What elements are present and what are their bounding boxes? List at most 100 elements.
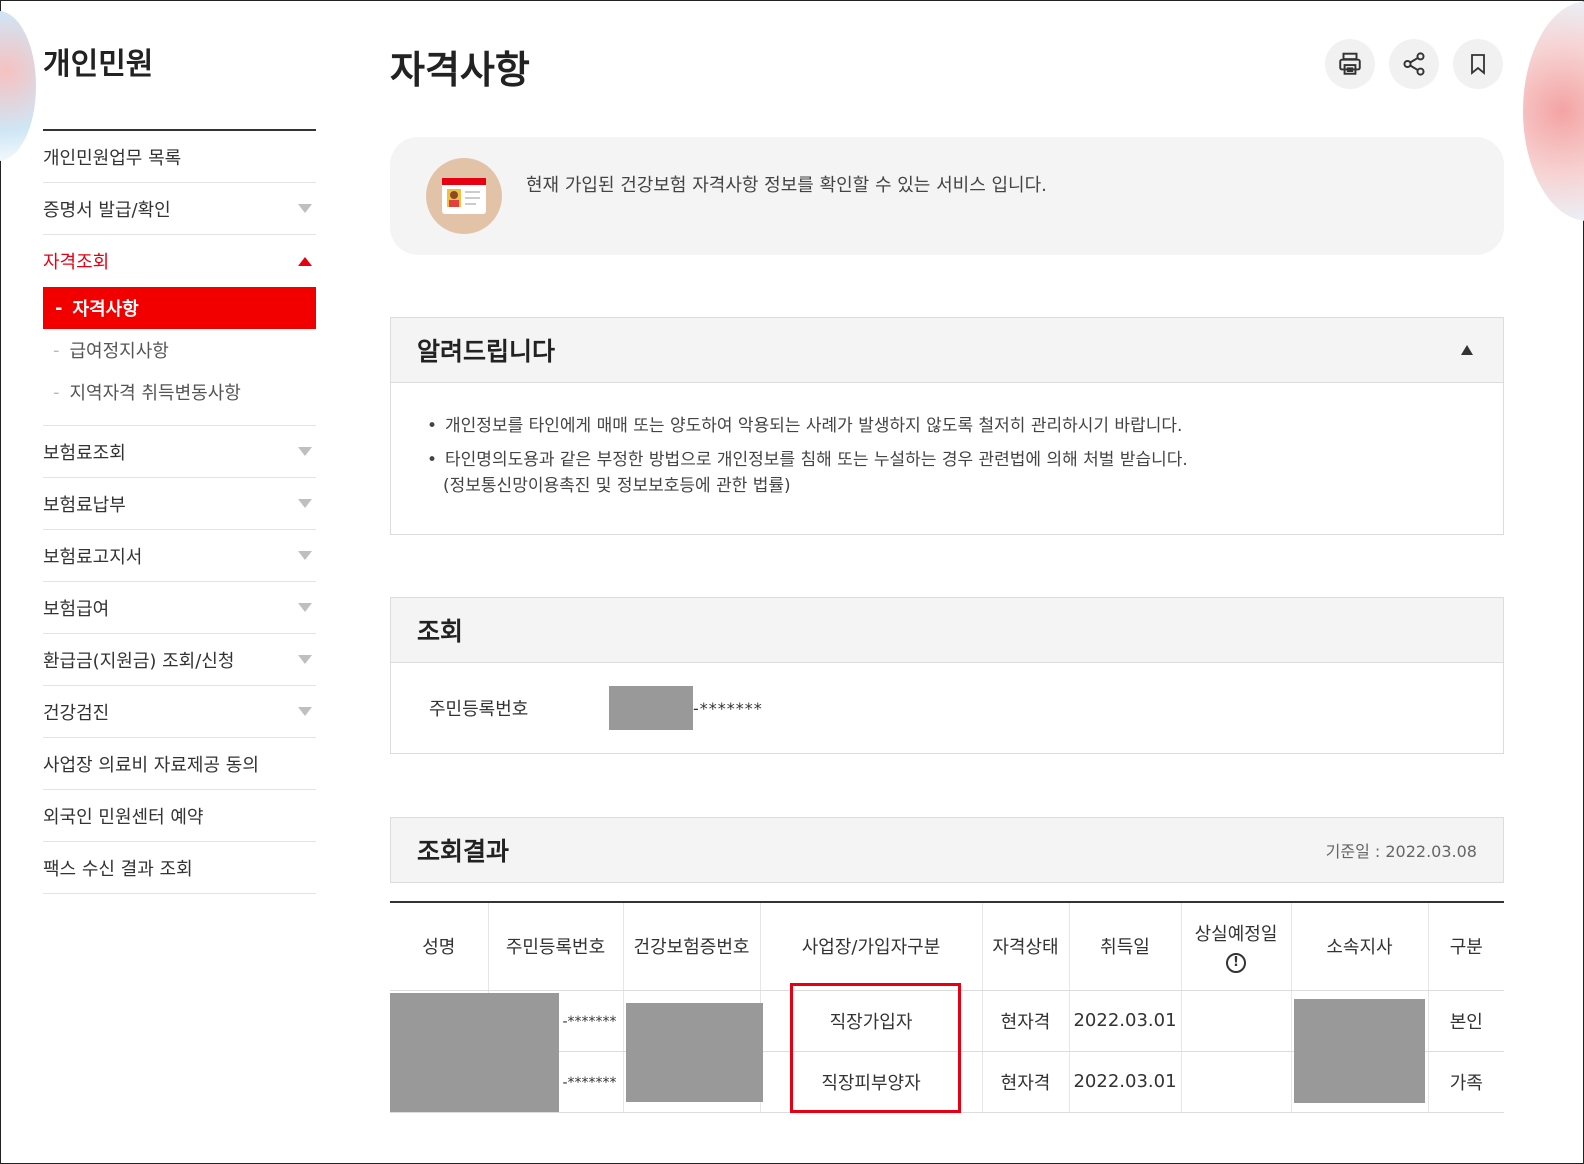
print-button[interactable] [1325,39,1375,89]
decorative-blob-right [1523,1,1584,221]
dash-icon: - [55,297,63,319]
sidebar-item-fax-result[interactable]: 팩스 수신 결과 조회 [43,842,316,894]
notice-text: 타인명의도용과 같은 부정한 방법으로 개인정보를 침해 또는 누설하는 경우 … [445,450,1188,470]
table-header-row: 성명 주민등록번호 건강보험증번호 사업장/가입자구분 자격상태 취득일 상실예… [390,902,1504,991]
chevron-down-icon [298,447,312,456]
collapse-up-icon[interactable] [1461,345,1473,355]
col-header-insurance-number: 건강보험증번호 [623,902,761,991]
sidebar-nav: 개인민원 개인민원업무 목록 증명서 발급/확인 자격조회 - 자격사항 - 급… [43,37,316,894]
sidebar-item-label: 건강검진 [43,702,110,724]
chevron-down-icon [298,655,312,664]
bullet-icon: • [427,416,438,436]
col-header-status: 자격상태 [982,902,1070,991]
redacted-insurance-number-block [626,1003,763,1102]
print-icon [1339,52,1361,75]
info-exclamation-icon[interactable]: ! [1226,952,1246,973]
sidebar-item-label: 자격조회 [43,252,110,273]
share-icon [1403,52,1425,76]
sidebar-title: 개인민원 [43,37,316,131]
notice-text: 개인정보를 타인에게 매매 또는 양도하여 악용되는 사례가 발생하지 않도록 … [445,416,1183,436]
sidebar-item-label: 팩스 수신 결과 조회 [43,858,193,880]
notice-body: • 개인정보를 타인에게 매매 또는 양도하여 악용되는 사례가 발생하지 않도… [391,383,1503,529]
sidebar-submenu: - 자격사항 - 급여정지사항 - 지역자격 취득변동사항 [43,287,316,426]
cell-expected-loss-date [1181,990,1292,1052]
col-header-acquired-date: 취득일 [1069,902,1182,991]
submenu-item-label: 지역자격 취득변동사항 [69,383,241,404]
col-header-subscriber-type: 사업장/가입자구분 [760,902,983,991]
bullet-icon: • [427,450,438,470]
sidebar-item-label: 보험료납부 [43,494,126,516]
query-header: 조회 [391,598,1503,663]
col-header-rrn: 주민등록번호 [488,902,624,991]
submenu-item-regional-changes[interactable]: - 지역자격 취득변동사항 [43,371,316,413]
col-header-branch: 소속지사 [1291,902,1429,991]
decorative-blob-left [0,11,36,161]
bookmark-button[interactable] [1453,39,1503,89]
col-header-name: 성명 [390,902,489,991]
rrn-masked-block [609,686,693,730]
cell-acquired-date: 2022.03.01 [1069,1051,1182,1113]
redacted-name-block [390,993,559,1112]
sidebar-item-foreigner-reservation[interactable]: 외국인 민원센터 예약 [43,790,316,842]
cell-status: 현자격 [982,1051,1070,1113]
col-header-label: 상실예정일 [1194,923,1278,945]
cell-acquired-date: 2022.03.01 [1069,990,1182,1052]
sidebar-item-premium-notice[interactable]: 보험료고지서 [43,530,316,582]
rrn-label: 주민등록번호 [429,699,529,720]
sidebar-item-list[interactable]: 개인민원업무 목록 [43,131,316,183]
result-title: 조회결과 [417,837,510,866]
chevron-up-icon [298,256,312,266]
redacted-branch-block [1294,999,1425,1103]
notice-bullet: • 개인정보를 타인에게 매매 또는 양도하여 악용되는 사례가 발생하지 않도… [427,413,1467,439]
result-panel: 조회결과 기준일 : 2022.03.08 [390,817,1504,883]
submenu-item-eligibility-details[interactable]: - 자격사항 [43,287,316,329]
sidebar-item-eligibility[interactable]: 자격조회 [43,235,316,287]
sidebar-item-label: 보험료고지서 [43,546,143,568]
service-info-box: 현재 가입된 건강보험 자격사항 정보를 확인할 수 있는 서비스 입니다. [390,137,1504,255]
cell-category: 가족 [1428,1051,1504,1113]
dash-icon: - [53,381,60,403]
chevron-down-icon [298,603,312,612]
chevron-down-icon [298,551,312,560]
page-title: 자격사항 [390,48,530,92]
chevron-down-icon [298,204,312,213]
query-panel: 조회 주민등록번호 -******* [390,597,1504,754]
sidebar-item-label: 사업장 의료비 자료제공 동의 [43,754,259,776]
result-header: 조회결과 기준일 : 2022.03.08 [391,818,1503,882]
sidebar-item-medical-data-consent[interactable]: 사업장 의료비 자료제공 동의 [43,738,316,790]
cell-status: 현자격 [982,990,1070,1052]
notice-law-note: (정보통신망이용촉진 및 정보보호등에 관한 법률) [443,476,791,496]
sidebar-item-health-checkup[interactable]: 건강검진 [43,686,316,738]
notice-title: 알려드립니다 [417,337,556,366]
sidebar-item-label: 외국인 민원센터 예약 [43,806,204,828]
sidebar-item-label: 개인민원업무 목록 [43,147,182,169]
sidebar-item-premium-inquiry[interactable]: 보험료조회 [43,426,316,478]
rrn-masked-value: -******* [562,1075,617,1091]
base-date: 기준일 : 2022.03.08 [1325,842,1477,861]
sidebar-item-refund[interactable]: 환급금(지원금) 조회/신청 [43,634,316,686]
col-header-category: 구분 [1428,902,1504,991]
bookmark-icon [1471,54,1485,75]
notice-panel: 알려드립니다 • 개인정보를 타인에게 매매 또는 양도하여 악용되는 사례가 … [390,317,1504,535]
sidebar-item-insurance-benefits[interactable]: 보험급여 [43,582,316,634]
submenu-item-benefit-suspension[interactable]: - 급여정지사항 [43,329,316,371]
share-button[interactable] [1389,39,1439,89]
cell-category: 본인 [1428,990,1504,1052]
service-description: 현재 가입된 건강보험 자격사항 정보를 확인할 수 있는 서비스 입니다. [526,175,1047,196]
col-header-expected-loss-date: 상실예정일 ! [1181,902,1292,991]
notice-bullet: • 타인명의도용과 같은 부정한 방법으로 개인정보를 침해 또는 누설하는 경… [427,447,1467,473]
sidebar-item-label: 보험급여 [43,598,110,620]
query-row: 주민등록번호 -******* [391,663,1503,753]
sidebar-item-certificate[interactable]: 증명서 발급/확인 [43,183,316,235]
sidebar-item-label: 증명서 발급/확인 [43,199,171,221]
sidebar-item-label: 환급금(지원금) 조회/신청 [43,650,235,672]
query-title: 조회 [417,617,464,646]
notice-header[interactable]: 알려드립니다 [391,318,1503,383]
dash-icon: - [53,339,60,361]
rrn-masked-value: -******* [693,698,763,718]
rrn-masked-value: -******* [562,1014,617,1030]
submenu-item-label: 급여정지사항 [69,341,169,362]
id-card-icon [426,158,502,234]
sidebar-item-premium-payment[interactable]: 보험료납부 [43,478,316,530]
cell-expected-loss-date [1181,1051,1292,1113]
